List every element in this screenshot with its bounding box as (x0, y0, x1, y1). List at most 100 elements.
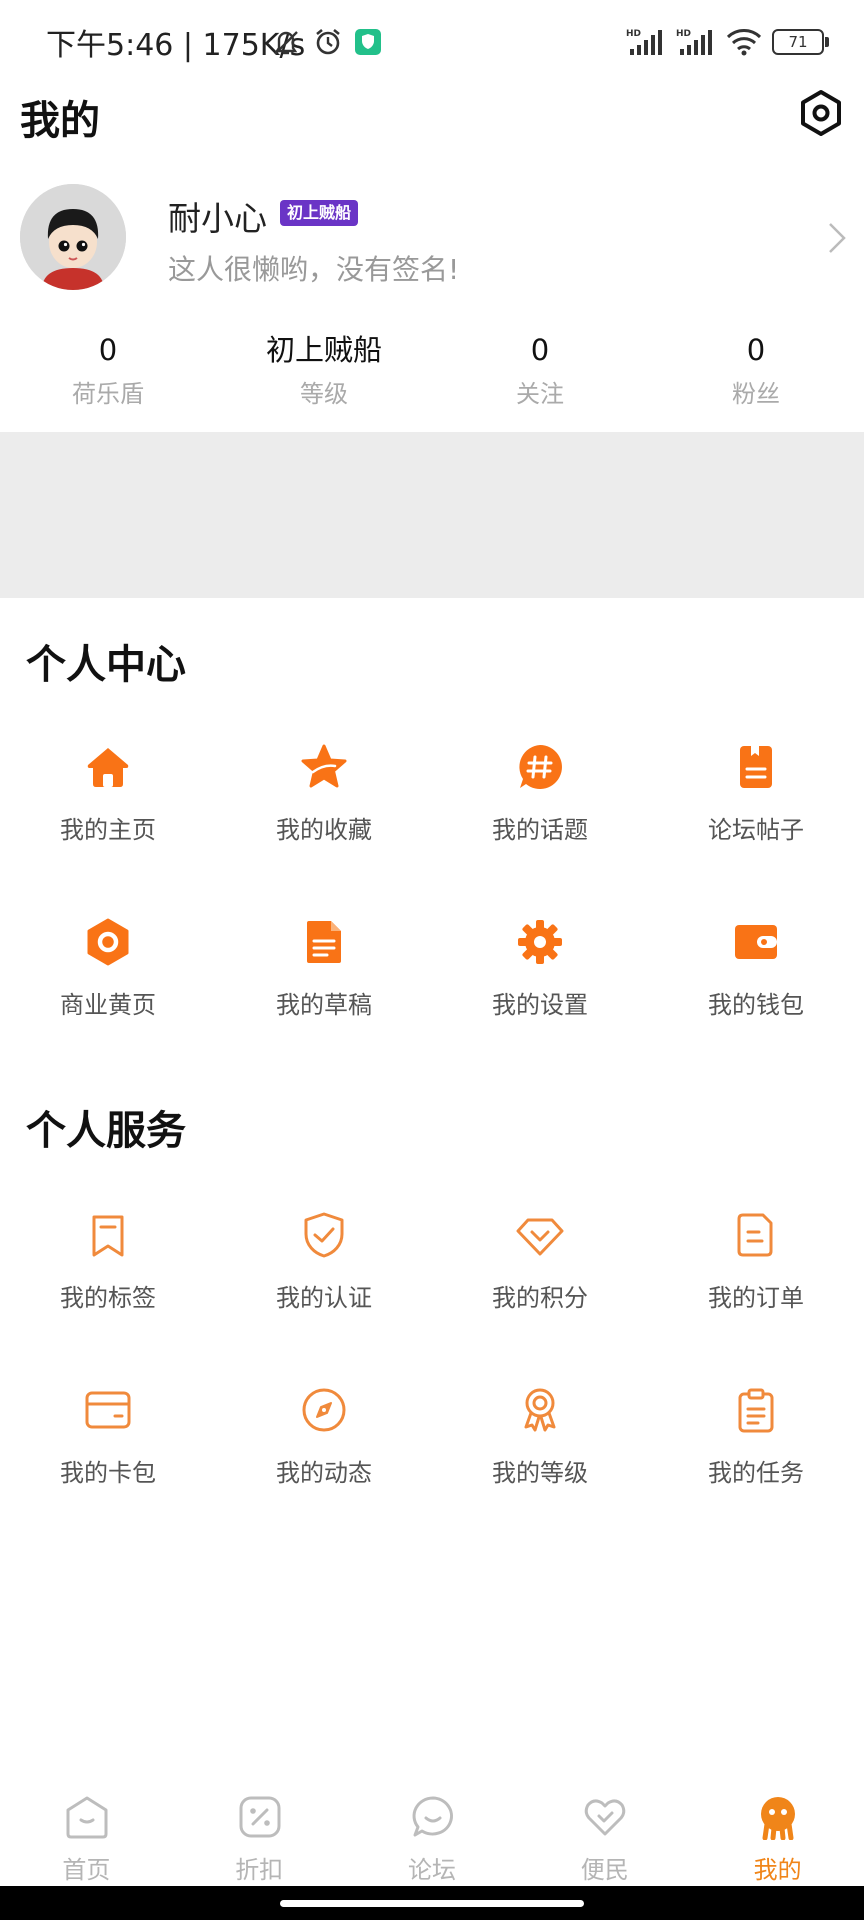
tab-label: 我的 (753, 1856, 802, 1884)
grid-item-my-favorites[interactable]: 我的收藏 (216, 722, 432, 897)
grid-label: 我的任务 (708, 1459, 804, 1487)
discount-tab-icon (239, 1796, 281, 1838)
grid-item-my-activity[interactable]: 我的动态 (216, 1365, 432, 1540)
grid-label: 我的订单 (708, 1284, 804, 1312)
stat-label: 关注 (516, 380, 564, 408)
grid-label: 我的等级 (492, 1459, 588, 1487)
tab-discount[interactable]: 折扣 (173, 1782, 346, 1886)
section-title-personal-services: 个人服务 (26, 1108, 186, 1154)
signature: 这人很懒哟，没有签名! (168, 253, 460, 286)
grid-item-my-card-wallet[interactable]: 我的卡包 (0, 1365, 216, 1540)
grid-item-forum-posts[interactable]: 论坛帖子 (648, 722, 864, 897)
battery-icon: 71 (772, 29, 829, 55)
battery-level: 71 (788, 33, 808, 51)
section-title-personal-center: 个人中心 (26, 642, 186, 688)
gear-icon (518, 920, 562, 964)
stat-following[interactable]: 0 关注 (432, 330, 648, 420)
hexagon-icon (87, 918, 129, 966)
grid-label: 我的设置 (492, 991, 588, 1019)
stat-value: 0 (530, 333, 550, 367)
tab-label: 首页 (62, 1856, 111, 1884)
clipboard-icon (738, 1388, 774, 1433)
grid-label: 论坛帖子 (708, 816, 804, 844)
grid-label: 我的主页 (60, 816, 156, 844)
grid-label: 我的动态 (276, 1459, 372, 1487)
grid-label: 我的积分 (492, 1284, 588, 1312)
forum-tab-icon (412, 1796, 453, 1837)
post-icon (740, 746, 772, 788)
tab-forum[interactable]: 论坛 (346, 1782, 519, 1886)
hashtag-icon (519, 745, 562, 789)
hd-signal-icon: HD (676, 29, 712, 55)
diamond-icon (516, 1218, 564, 1256)
tab-profile[interactable]: 我的 (691, 1782, 864, 1886)
page-title: 我的 (20, 98, 100, 144)
chevron-right-icon (829, 223, 846, 253)
grid-item-my-points[interactable]: 我的积分 (432, 1190, 648, 1365)
username: 耐小心 (168, 199, 267, 238)
grid-label: 我的卡包 (60, 1459, 156, 1487)
level-badge: 初上贼船 (280, 200, 359, 226)
order-icon (737, 1213, 773, 1257)
grid-label: 商业黄页 (60, 991, 156, 1019)
grid-label: 我的草稿 (276, 991, 372, 1019)
grid-item-my-topics[interactable]: 我的话题 (432, 722, 648, 897)
grid-item-my-drafts[interactable]: 我的草稿 (216, 897, 432, 1072)
stat-shield-points[interactable]: 0 荷乐盾 (0, 330, 216, 420)
tab-label: 论坛 (407, 1856, 456, 1884)
stat-level[interactable]: 初上贼船 等级 (216, 330, 432, 420)
grid-label: 我的标签 (60, 1284, 156, 1312)
heart-tab-icon (585, 1799, 626, 1836)
card-icon (85, 1391, 131, 1429)
shield-check-icon (304, 1212, 344, 1258)
banner-placeholder[interactable] (0, 432, 864, 598)
draft-icon (307, 921, 341, 963)
grid-item-my-homepage[interactable]: 我的主页 (0, 722, 216, 897)
grid-item-my-settings[interactable]: 我的设置 (432, 897, 648, 1072)
grid-label: 我的钱包 (708, 991, 804, 1019)
svg-text:HD: HD (676, 29, 691, 39)
avatar[interactable] (20, 184, 126, 290)
status-right-icons: HD HD 71 (626, 22, 829, 62)
home-tab-icon (66, 1796, 108, 1839)
grid-item-my-tags[interactable]: 我的标签 (0, 1190, 216, 1365)
profile-card[interactable]: 耐小心 初上贼船 这人很懒哟，没有签名! (0, 180, 864, 300)
tab-home[interactable]: 首页 (0, 1782, 173, 1886)
stat-followers[interactable]: 0 粉丝 (648, 330, 864, 420)
grid-label: 我的话题 (492, 816, 588, 844)
grid-item-my-level[interactable]: 我的等级 (432, 1365, 648, 1540)
wallet-icon (735, 925, 777, 959)
stat-value: 初上贼船 (265, 333, 382, 367)
grid-item-my-verification[interactable]: 我的认证 (216, 1190, 432, 1365)
star-icon (301, 744, 347, 788)
tab-convenience[interactable]: 便民 (518, 1782, 691, 1886)
stat-label: 荷乐盾 (72, 380, 144, 408)
grid-item-my-wallet[interactable]: 我的钱包 (648, 897, 864, 1072)
alarm-icon (316, 28, 340, 55)
bookmark-icon (92, 1215, 124, 1257)
stat-value: 0 (746, 333, 766, 367)
home-icon (87, 748, 129, 787)
grid-item-my-tasks[interactable]: 我的任务 (648, 1365, 864, 1540)
status-time: 下午5:46 | 175K/s (46, 28, 306, 63)
tab-label: 折扣 (235, 1856, 284, 1884)
home-indicator[interactable] (280, 1900, 584, 1907)
personal-services-grid: 我的标签 我的认证 我的积分 我的订单 我的卡包 我的动态 我的等级 我的任务 (0, 1190, 864, 1540)
wifi-icon (726, 29, 762, 56)
stat-label: 等级 (300, 380, 348, 408)
stat-label: 粉丝 (732, 380, 780, 408)
grid-item-my-orders[interactable]: 我的订单 (648, 1190, 864, 1365)
compass-icon (302, 1388, 346, 1432)
mute-icon (274, 31, 298, 55)
system-nav-bar (0, 1886, 864, 1920)
tab-label: 便民 (580, 1856, 629, 1884)
grid-item-business-directory[interactable]: 商业黄页 (0, 897, 216, 1072)
profile-tab-icon (761, 1797, 796, 1840)
medal-icon (524, 1388, 556, 1432)
stats-row: 0 荷乐盾 初上贼船 等级 0 关注 0 粉丝 (0, 330, 864, 420)
svg-text:HD: HD (626, 29, 641, 39)
grid-label: 我的认证 (276, 1284, 372, 1312)
status-bar: 下午5:46 | 175K/s HD HD 71 (0, 0, 864, 84)
settings-hexagon-icon[interactable] (796, 88, 846, 138)
grid-label: 我的收藏 (276, 816, 372, 844)
